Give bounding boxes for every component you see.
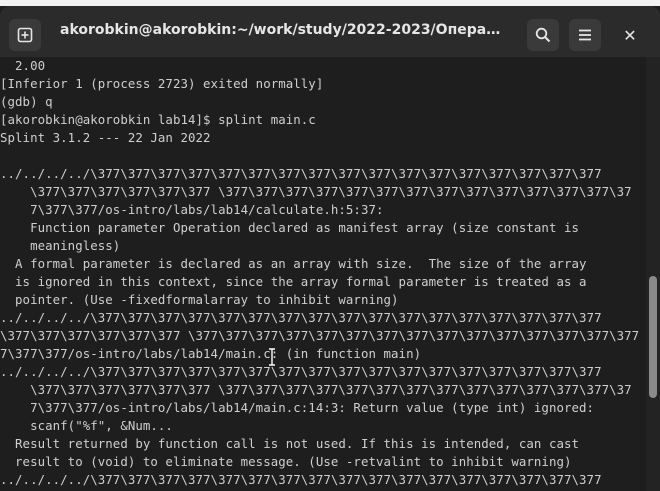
header-bar: akorobkin@akorobkin:~/work/study/2022-20…	[0, 6, 660, 57]
terminal-line: A formal parameter is declared as an arr…	[0, 256, 587, 271]
terminal-line: Splint 3.1.2 --- 22 Jan 2022	[0, 130, 211, 145]
close-button[interactable]: ✕	[616, 21, 644, 49]
terminal-line: [akorobkin@akorobkin lab14]$ splint main…	[0, 112, 316, 127]
terminal-line: 2.00	[0, 58, 46, 73]
terminal-line: \377\377\377\377\377\377 \377\377\377\37…	[0, 382, 632, 397]
new-tab-icon	[17, 27, 33, 43]
text-cursor-icon	[269, 348, 275, 366]
terminal-line: Function parameter Operation declared as…	[0, 220, 580, 235]
terminal-line: ../../../../\377\377\377\377\377\377\377…	[0, 364, 602, 379]
terminal-line: result to (void) to eliminate message. (…	[0, 454, 572, 469]
window-title: akorobkin@akorobkin:~/work/study/2022-20…	[60, 22, 505, 38]
terminal-line: meaningless)	[0, 238, 121, 253]
terminal-line: ../../../../\377\377\377\377\377\377\377…	[0, 472, 602, 487]
vertical-scrollbar[interactable]	[646, 57, 660, 491]
terminal-line: 7\377\377/os-intro/labs/lab14/main.c: (i…	[0, 346, 422, 361]
terminal-line: ../../../../\377\377\377\377\377\377\377…	[0, 310, 602, 325]
search-button[interactable]	[527, 19, 559, 51]
terminal-window: akorobkin@akorobkin:~/work/study/2022-20…	[0, 0, 660, 491]
terminal-line: 7\377\377/os-intro/labs/lab14/main.c:14:…	[0, 400, 595, 415]
terminal-line: ../../../../\377\377\377\377\377\377\377…	[0, 166, 602, 181]
terminal-line: Result returned by function call is not …	[0, 436, 580, 451]
terminal-line: is ignored in this context, since the ar…	[0, 274, 587, 289]
search-icon	[535, 27, 551, 43]
new-tab-button[interactable]	[9, 19, 41, 51]
terminal-line: (gdb) q	[0, 94, 53, 109]
scrollbar-thumb[interactable]	[649, 276, 657, 398]
close-icon: ✕	[623, 25, 637, 45]
terminal-line: scanf("%f", &Num...	[0, 418, 173, 433]
terminal-output[interactable]: 2.00 [Inferior 1 (process 2723) exited no…	[0, 57, 646, 491]
terminal-line: 7\377\377/os-intro/labs/lab14/calculate.…	[0, 202, 384, 217]
terminal-line: \377\377\377\377\377\377 \377\377\377\37…	[0, 184, 632, 199]
hamburger-menu-icon	[579, 29, 591, 41]
terminal-line: \377\377\377\377\377\377 \377\377\377\37…	[0, 328, 640, 343]
terminal-line: [Inferior 1 (process 2723) exited normal…	[0, 76, 324, 91]
terminal-line: pointer. (Use -fixedformalarray to inhib…	[0, 292, 399, 307]
menu-button[interactable]	[569, 19, 601, 51]
